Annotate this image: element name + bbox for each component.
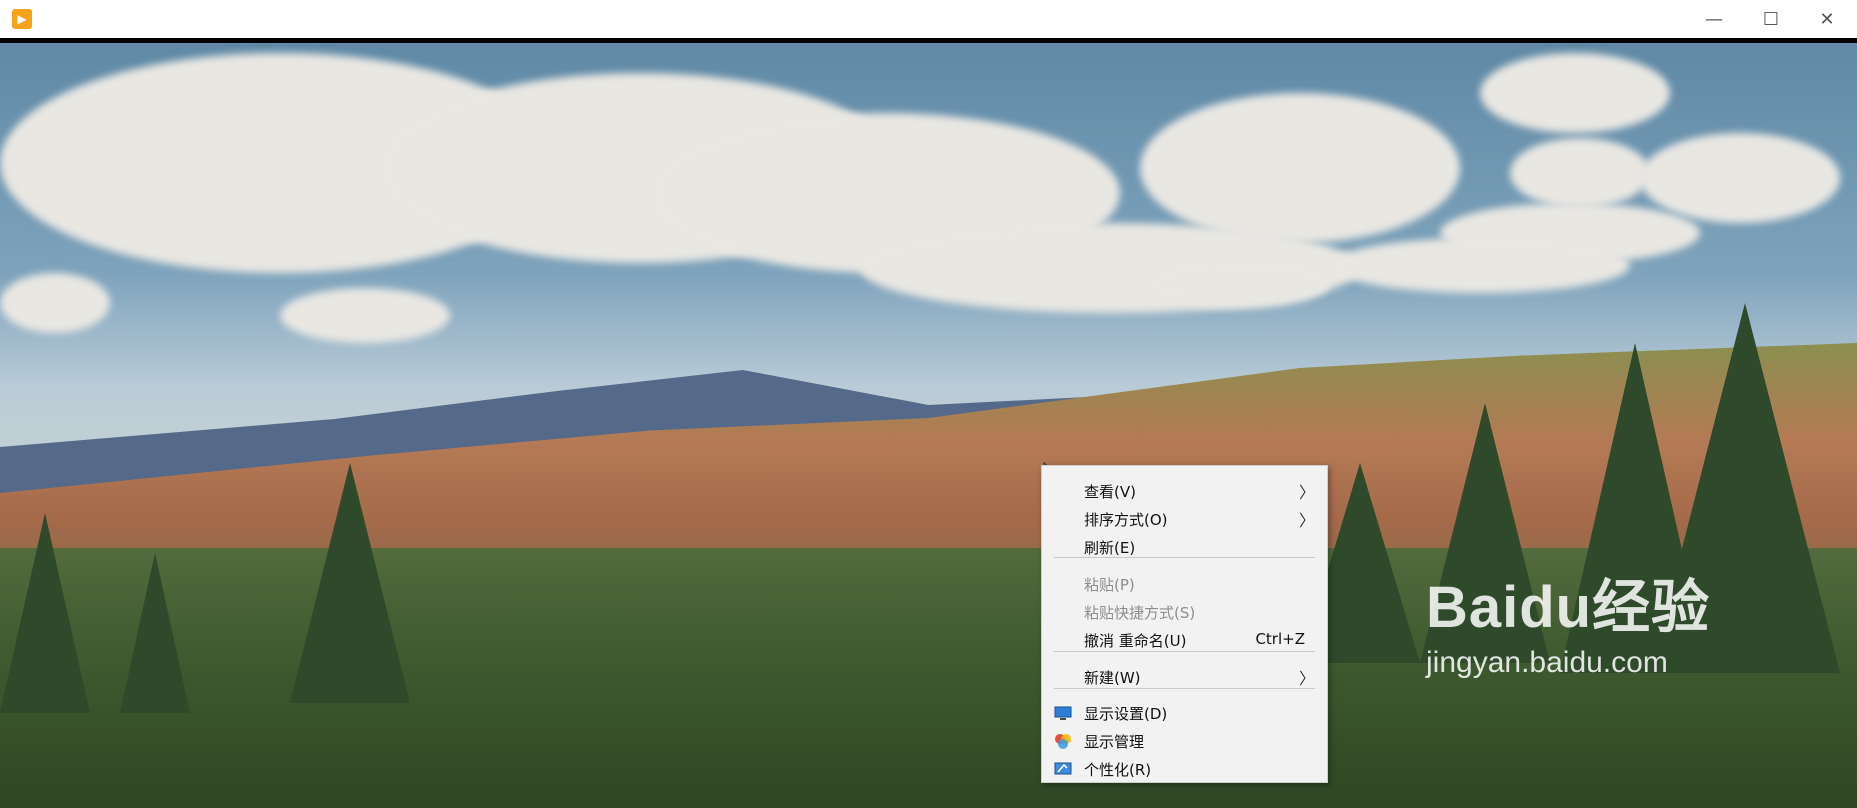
maximize-button[interactable]: ☐ bbox=[1747, 4, 1795, 34]
menu-item-label: 刷新(E) bbox=[1084, 539, 1136, 557]
cloud bbox=[1480, 53, 1670, 133]
baidu-watermark: Baidu经验 jingyan.baidu.com bbox=[1426, 560, 1710, 680]
cloud bbox=[1140, 93, 1460, 243]
menu-item-undo-rename[interactable]: 撤消 重命名(U) Ctrl+Z bbox=[1042, 627, 1327, 653]
menu-item-paste: 粘贴(P) bbox=[1042, 571, 1327, 597]
cloud bbox=[1150, 258, 1330, 308]
menu-item-label: 撤消 重命名(U) bbox=[1084, 632, 1187, 650]
cloud bbox=[280, 288, 450, 343]
window-titlebar: ▶ — ☐ ✕ bbox=[0, 0, 1857, 39]
cloud bbox=[1510, 138, 1650, 208]
cloud bbox=[1330, 238, 1630, 293]
personalize-icon bbox=[1054, 760, 1072, 778]
menu-item-shortcut: Ctrl+Z bbox=[1255, 630, 1305, 648]
media-player-icon[interactable]: ▶ bbox=[12, 9, 32, 29]
menu-item-label: 显示管理 bbox=[1084, 733, 1145, 751]
minimize-button[interactable]: — bbox=[1690, 4, 1738, 34]
chevron-right-icon: 〉 bbox=[1298, 483, 1315, 502]
menu-separator bbox=[1054, 651, 1315, 652]
chevron-right-icon: 〉 bbox=[1298, 669, 1315, 688]
chevron-right-icon: 〉 bbox=[1298, 511, 1315, 530]
menu-item-label: 排序方式(O) bbox=[1084, 511, 1168, 529]
desktop-context-menu: 查看(V) 〉 排序方式(O) 〉 刷新(E) 粘贴(P) 粘贴快捷方式(S) … bbox=[1041, 465, 1328, 783]
menu-item-view[interactable]: 查看(V) 〉 bbox=[1042, 478, 1327, 504]
display-settings-icon bbox=[1054, 704, 1072, 722]
cloud bbox=[1640, 133, 1840, 223]
menu-item-label: 个性化(R) bbox=[1084, 761, 1152, 779]
menu-item-paste-shortcut: 粘贴快捷方式(S) bbox=[1042, 599, 1327, 625]
menu-separator bbox=[1054, 557, 1315, 558]
menu-item-label: 查看(V) bbox=[1084, 483, 1136, 501]
menu-item-display-settings[interactable]: 显示设置(D) bbox=[1042, 700, 1327, 726]
menu-separator bbox=[1054, 688, 1315, 689]
menu-item-label: 粘贴快捷方式(S) bbox=[1084, 604, 1196, 622]
menu-item-new[interactable]: 新建(W) 〉 bbox=[1042, 664, 1327, 690]
menu-item-label: 粘贴(P) bbox=[1084, 576, 1135, 594]
menu-item-label: 显示设置(D) bbox=[1084, 705, 1168, 723]
menu-item-sort-by[interactable]: 排序方式(O) 〉 bbox=[1042, 506, 1327, 532]
desktop-wallpaper[interactable] bbox=[0, 43, 1857, 808]
menu-item-label: 新建(W) bbox=[1084, 669, 1141, 687]
menu-item-display-manager[interactable]: 显示管理 bbox=[1042, 728, 1327, 754]
close-button[interactable]: ✕ bbox=[1803, 4, 1851, 34]
watermark-url: jingyan.baidu.com bbox=[1426, 646, 1668, 679]
watermark-brand: Baidu经验 bbox=[1426, 575, 1711, 640]
display-manager-icon bbox=[1054, 732, 1072, 750]
cloud bbox=[0, 273, 110, 333]
menu-item-personalize[interactable]: 个性化(R) bbox=[1042, 756, 1327, 782]
